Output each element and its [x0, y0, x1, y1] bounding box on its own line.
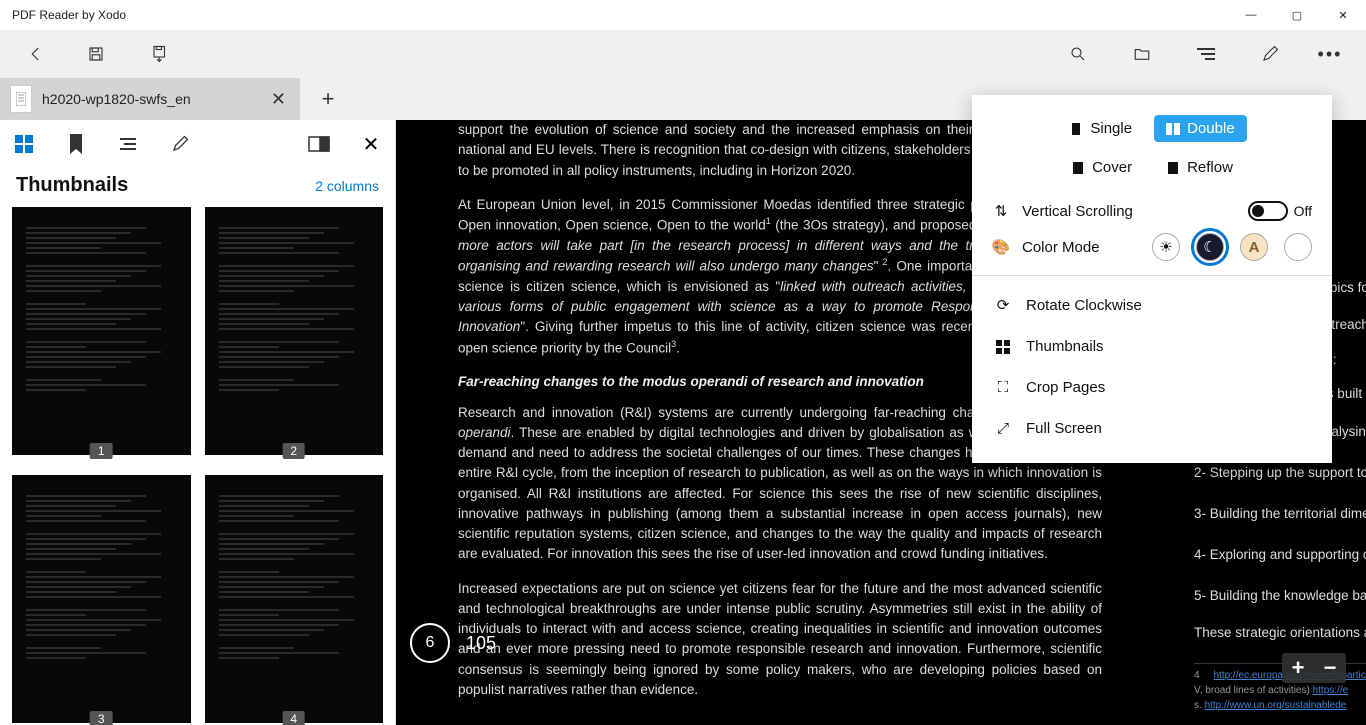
color-light[interactable]: ☀: [1152, 233, 1180, 261]
layout-cover[interactable]: Cover: [1059, 154, 1144, 181]
total-pages: 105: [466, 633, 496, 654]
outline-icon: [120, 135, 136, 153]
tab-label: h2020-wp1820-swfs_en: [42, 91, 257, 107]
color-none[interactable]: [1284, 233, 1312, 261]
app-title: PDF Reader by Xodo: [12, 8, 126, 22]
bookmarks-tab-button[interactable]: [58, 126, 94, 162]
sidebar-toolbar: ✕: [0, 120, 395, 168]
thumb-number: 1: [90, 443, 113, 459]
grid-icon: [994, 340, 1012, 354]
thumbnails-tab-button[interactable]: [6, 126, 42, 162]
vertical-scroll-toggle[interactable]: [1248, 201, 1288, 221]
annotate-tab-button[interactable]: [162, 126, 198, 162]
view-settings-popover: Single Double Cover Reflow ⇅ Vertical Sc…: [972, 95, 1332, 463]
thumbnail-3[interactable]: 3: [12, 475, 191, 723]
zoom-out-button[interactable]: −: [1314, 653, 1346, 683]
thumbnails-action[interactable]: Thumbnails: [972, 326, 1332, 367]
more-button[interactable]: •••: [1302, 30, 1358, 78]
color-sepia[interactable]: A: [1240, 233, 1268, 261]
back-button[interactable]: [8, 30, 64, 78]
layout-double[interactable]: Double: [1154, 115, 1247, 142]
maximize-button[interactable]: ▢: [1274, 0, 1320, 30]
outline-tab-button[interactable]: [110, 126, 146, 162]
crop-icon: ⛶: [994, 379, 1012, 396]
layout-reflow[interactable]: Reflow: [1154, 154, 1245, 181]
view-settings-button[interactable]: [1174, 30, 1238, 78]
window-titlebar: PDF Reader by Xodo — ▢ ✕: [0, 0, 1366, 30]
document-icon: [10, 85, 32, 113]
thumb-number: 3: [90, 711, 113, 725]
search-button[interactable]: [1046, 30, 1110, 78]
tab-close-button[interactable]: ✕: [267, 89, 290, 110]
zoom-in-button[interactable]: +: [1282, 653, 1314, 683]
thumb-number: 4: [282, 711, 305, 725]
thumbnails-grid: 1 2 3 4 5 6: [0, 207, 395, 725]
document-tab[interactable]: h2020-wp1820-swfs_en ✕: [0, 78, 300, 120]
close-sidebar-button[interactable]: ✕: [353, 126, 389, 162]
crop-pages[interactable]: ⛶Crop Pages: [972, 367, 1332, 408]
thumbnail-2[interactable]: 2: [205, 207, 384, 455]
save-button[interactable]: [64, 30, 128, 78]
close-window-button[interactable]: ✕: [1320, 0, 1366, 30]
sidebar-title: Thumbnails: [16, 174, 128, 197]
view-settings-icon: [1197, 45, 1215, 63]
current-page[interactable]: 6: [410, 623, 450, 663]
thumbnail-4[interactable]: 4: [205, 475, 384, 723]
vertical-scrolling-row[interactable]: ⇅ Vertical Scrolling Off: [972, 195, 1332, 227]
columns-link[interactable]: 2 columns: [315, 178, 379, 194]
color-mode-row: 🎨 Color Mode ☀ ☾ A: [972, 227, 1332, 267]
save-as-button[interactable]: [128, 30, 192, 78]
page-indicator: 6 105: [410, 623, 496, 663]
thumbnail-1[interactable]: 1: [12, 207, 191, 455]
rotate-clockwise[interactable]: ⟳Rotate Clockwise: [972, 284, 1332, 326]
full-screen[interactable]: ⤢Full Screen: [972, 408, 1332, 449]
rotate-icon: ⟳: [994, 296, 1012, 314]
sidebar: ✕ Thumbnails 2 columns 1 2 3 4 5 6: [0, 120, 396, 725]
zoom-controls: + −: [1282, 653, 1346, 683]
thumb-number: 2: [282, 443, 305, 459]
fullscreen-icon: ⤢: [994, 420, 1012, 437]
vertical-scroll-icon: ⇅: [992, 202, 1010, 220]
edit-button[interactable]: [1238, 30, 1302, 78]
layout-single[interactable]: Single: [1057, 115, 1144, 142]
palette-icon: 🎨: [992, 238, 1010, 256]
main-toolbar: •••: [0, 30, 1366, 78]
new-tab-button[interactable]: +: [300, 78, 356, 120]
panel-layout-button[interactable]: [301, 126, 337, 162]
color-dark[interactable]: ☾: [1196, 233, 1224, 261]
minimize-button[interactable]: —: [1228, 0, 1274, 30]
open-folder-button[interactable]: [1110, 30, 1174, 78]
